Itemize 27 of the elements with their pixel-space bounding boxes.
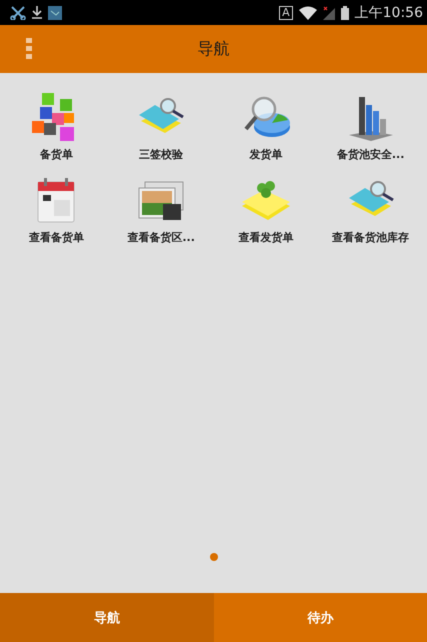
wifi-icon xyxy=(298,6,317,20)
download-icon xyxy=(32,6,42,19)
tile-label: 发货单 xyxy=(249,147,282,162)
menu-tile[interactable]: 备货池安全... xyxy=(318,93,423,162)
tile-label: 查看备货单 xyxy=(28,230,84,245)
header-title: 导航 xyxy=(198,38,230,60)
menu-tile[interactable]: 查看备货区... xyxy=(108,176,214,245)
tile-label: 备货池安全... xyxy=(336,147,404,162)
tile-label: 查看备货区... xyxy=(127,230,195,245)
tile-label: 三签校验 xyxy=(139,147,184,162)
input-indicator: A xyxy=(279,6,293,20)
signal-icon xyxy=(322,6,335,20)
bottom-tab[interactable]: 导航 xyxy=(0,593,214,642)
tile-label: 查看发货单 xyxy=(238,230,294,245)
menu-icon[interactable] xyxy=(26,38,32,59)
menu-tile[interactable]: 三签校验 xyxy=(108,93,214,162)
tile-label: 查看备货池库存 xyxy=(332,230,410,245)
menu-tile[interactable]: 查看备货单 xyxy=(4,176,109,245)
tile-label: 备货单 xyxy=(40,147,73,162)
menu-tile[interactable]: 查看发货单 xyxy=(214,176,318,245)
menu-tile[interactable]: 发货单 xyxy=(214,93,318,162)
menu-tile[interactable]: 备货单 xyxy=(4,93,109,162)
clock: 上午10:56 xyxy=(354,4,423,22)
app-icon xyxy=(48,6,62,20)
menu-tile[interactable]: 查看备货池库存 xyxy=(318,176,423,245)
battery-icon xyxy=(340,6,349,20)
scissors-icon xyxy=(10,6,26,20)
